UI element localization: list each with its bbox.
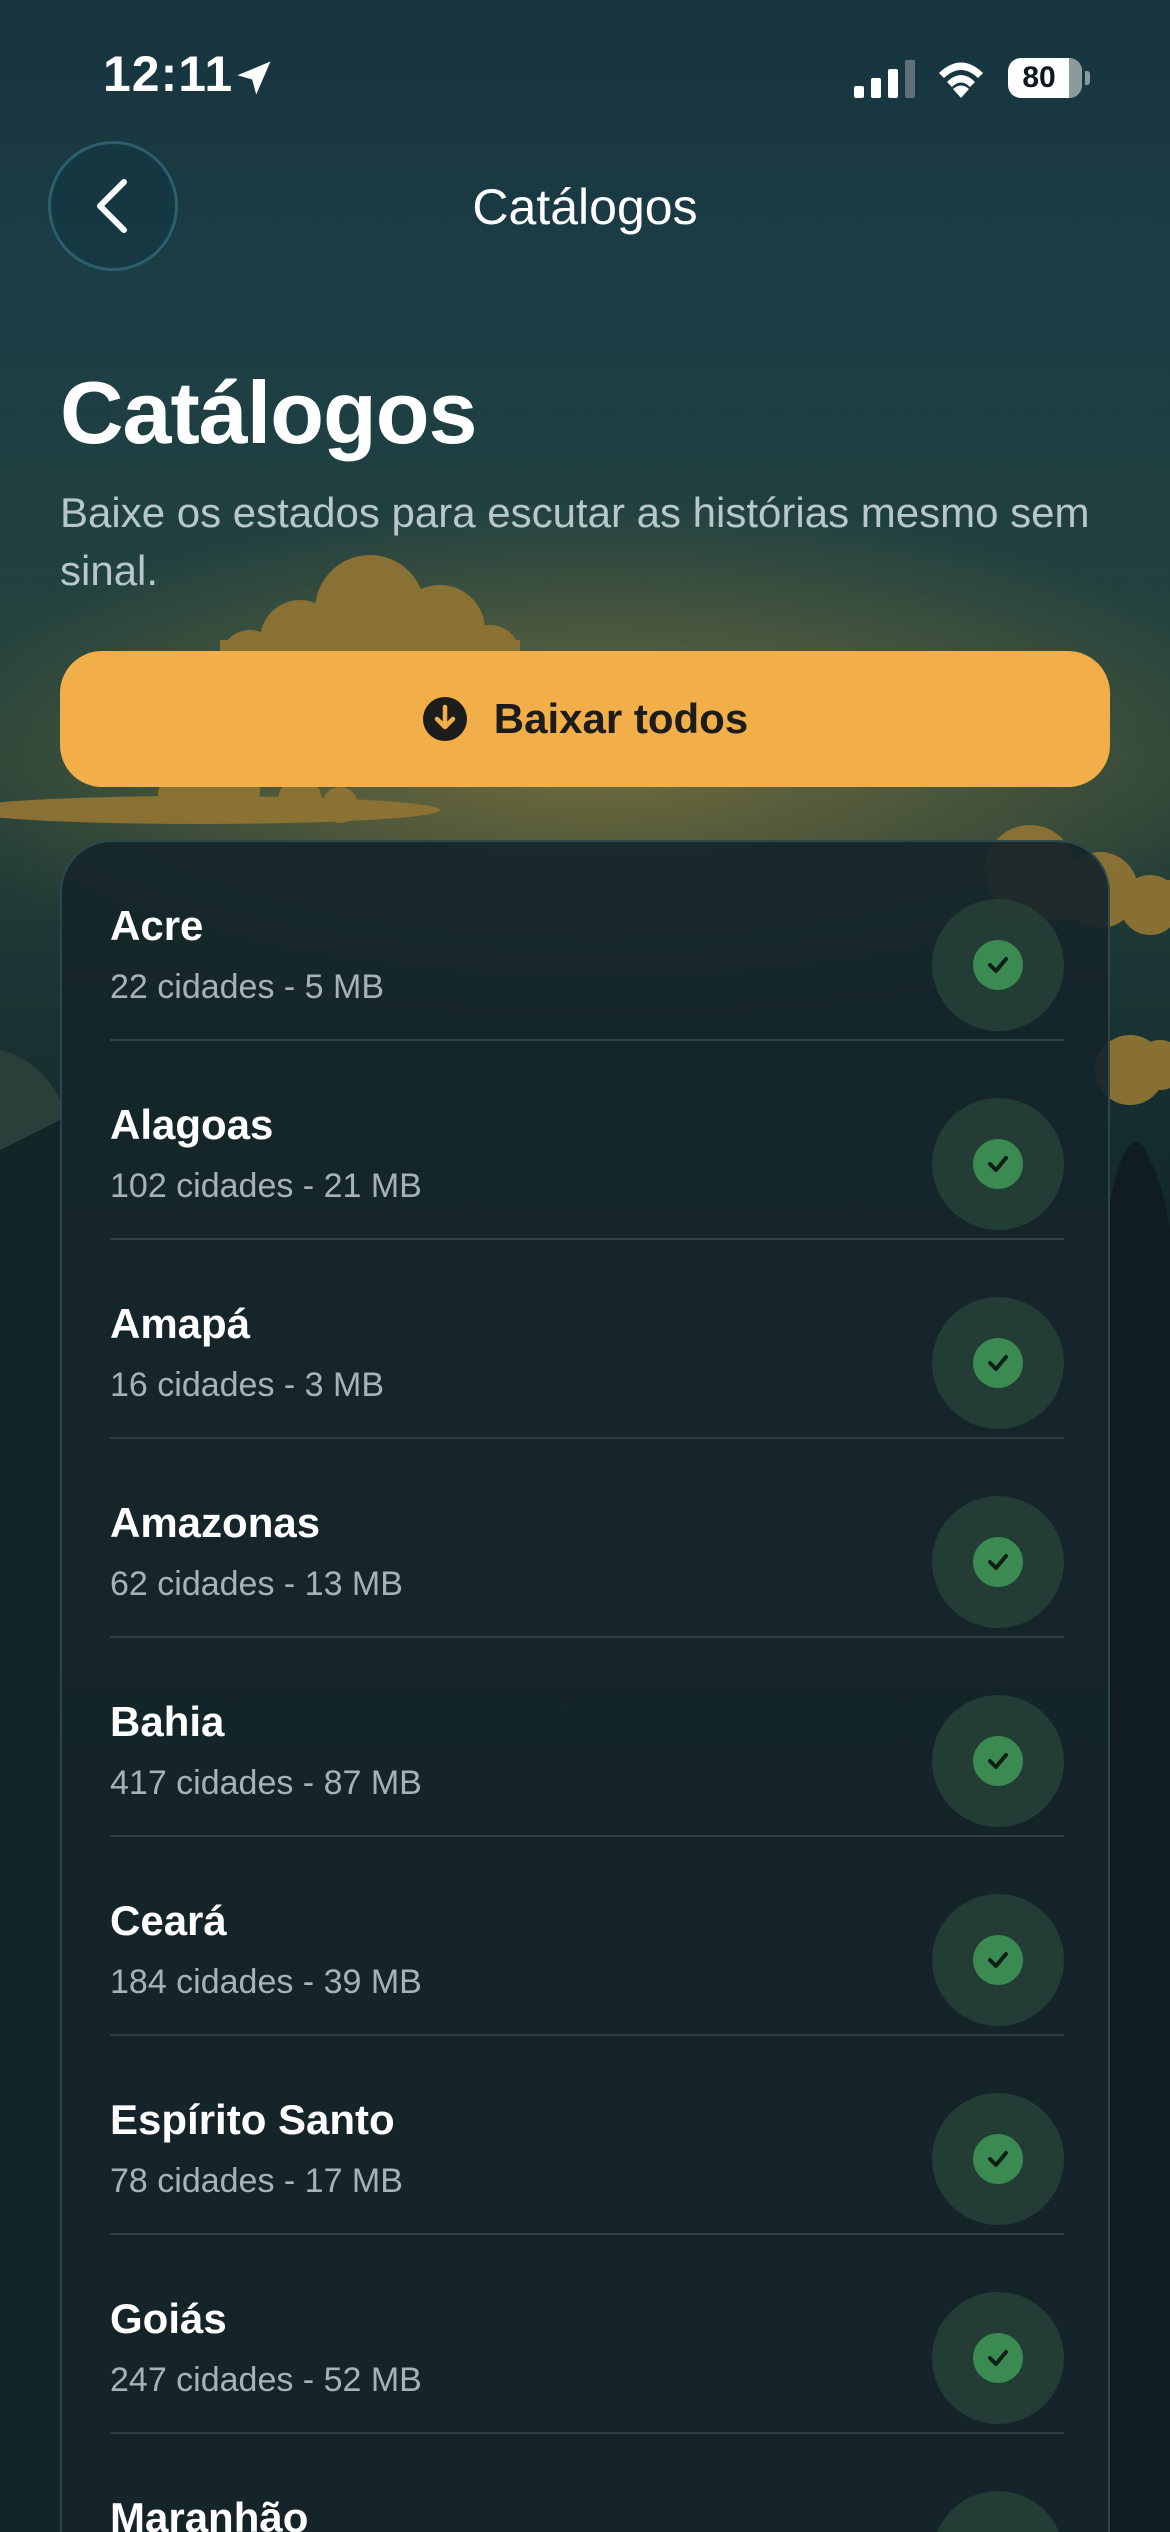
check-icon xyxy=(988,2151,1008,2167)
state-name: Goiás xyxy=(110,2295,227,2342)
state-name: Maranhão xyxy=(110,2494,309,2532)
status-bar: 12:11 80 xyxy=(0,0,1170,150)
state-meta: 102 cidades - 21 MB xyxy=(110,1167,422,1205)
check-icon xyxy=(988,1355,1008,1371)
state-name: Espírito Santo xyxy=(110,2096,395,2143)
list-item[interactable]: Goiás 247 cidades - 52 MB xyxy=(110,2235,1064,2434)
downloaded-status-button[interactable] xyxy=(932,1695,1064,1827)
list-item[interactable]: Acre 22 cidades - 5 MB xyxy=(110,842,1064,1041)
battery-level: 80 xyxy=(1022,61,1056,94)
list-item[interactable]: Espírito Santo 78 cidades - 17 MB xyxy=(110,2036,1064,2235)
list-item[interactable]: Alagoas 102 cidades - 21 MB xyxy=(110,1041,1064,1240)
wifi-icon xyxy=(939,62,983,98)
state-name: Bahia xyxy=(110,1698,225,1745)
downloaded-status-button[interactable] xyxy=(932,2292,1064,2424)
state-meta: 78 cidades - 17 MB xyxy=(110,2162,403,2200)
check-icon xyxy=(988,1156,1008,1172)
download-circle-icon xyxy=(422,697,467,741)
state-name: Alagoas xyxy=(110,1101,274,1148)
list-item[interactable]: Bahia 417 cidades - 87 MB xyxy=(110,1638,1064,1837)
state-name: Amazonas xyxy=(110,1499,321,1546)
list-item[interactable]: Amapá 16 cidades - 3 MB xyxy=(110,1240,1064,1439)
state-meta: 184 cidades - 39 MB xyxy=(110,1963,422,2001)
state-meta: 62 cidades - 13 MB xyxy=(110,1565,403,1603)
nav-title: Catálogos xyxy=(472,179,698,235)
downloaded-status-button[interactable] xyxy=(932,1098,1064,1230)
state-meta: 247 cidades - 52 MB xyxy=(110,2361,422,2399)
page-subtitle: Baixe os estados para escutar as históri… xyxy=(60,489,1090,594)
battery-indicator: 80 xyxy=(1008,58,1090,98)
cellular-signal-icon xyxy=(854,60,915,98)
check-icon xyxy=(988,1952,1008,1968)
downloaded-status-button[interactable] xyxy=(932,899,1064,1031)
check-icon xyxy=(988,1554,1008,1570)
check-icon xyxy=(988,1753,1008,1769)
state-name: Acre xyxy=(110,902,204,949)
downloaded-status-button[interactable] xyxy=(932,1894,1064,2026)
list-item[interactable]: Ceará 184 cidades - 39 MB xyxy=(110,1837,1064,2036)
status-time: 12:11 xyxy=(103,46,234,102)
check-icon xyxy=(988,957,1008,973)
downloaded-status-button[interactable] xyxy=(932,2093,1064,2225)
check-icon xyxy=(988,2350,1008,2366)
list-item[interactable]: Maranhão xyxy=(110,2434,1064,2532)
downloaded-status-button[interactable] xyxy=(932,1297,1064,1429)
page-title: Catálogos xyxy=(60,363,477,462)
state-meta: 16 cidades - 3 MB xyxy=(110,1366,385,1404)
state-name: Ceará xyxy=(110,1897,227,1944)
downloaded-status-button[interactable] xyxy=(932,2491,1064,2532)
state-meta: 417 cidades - 87 MB xyxy=(110,1764,422,1802)
download-all-label: Baixar todos xyxy=(493,695,749,742)
state-name: Amapá xyxy=(110,1300,251,1347)
state-meta: 22 cidades - 5 MB xyxy=(110,968,385,1006)
list-item[interactable]: Amazonas 62 cidades - 13 MB xyxy=(110,1439,1064,1638)
download-all-button[interactable]: Baixar todos xyxy=(60,651,1110,787)
states-list: Acre 22 cidades - 5 MB Alagoas 102 cidad… xyxy=(60,840,1110,2532)
downloaded-status-button[interactable] xyxy=(932,1496,1064,1628)
location-arrow-icon xyxy=(237,61,271,95)
